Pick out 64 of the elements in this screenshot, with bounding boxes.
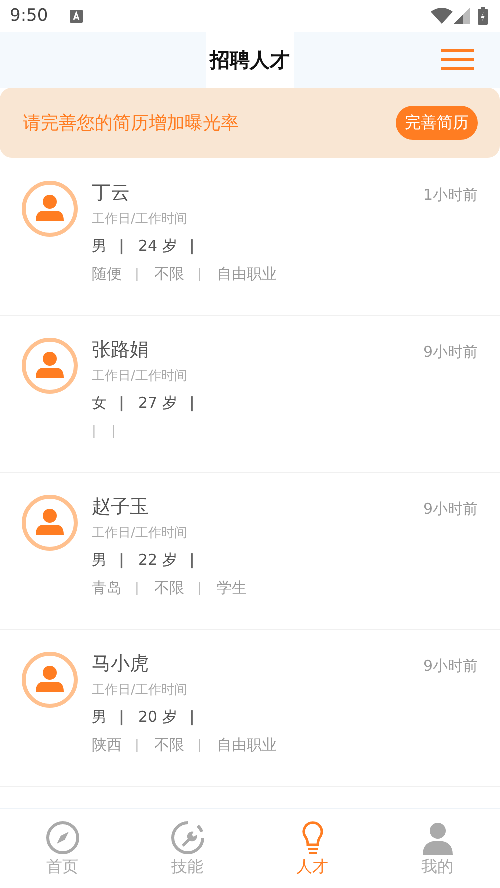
signal-icon	[454, 8, 470, 24]
post-time: 9小时前	[423, 657, 478, 676]
avatar-icon	[22, 495, 78, 551]
separator: |	[92, 424, 96, 438]
separator: |	[135, 580, 140, 596]
candidate-preference: 青岛	[92, 578, 122, 598]
candidate-preference: 不限	[154, 264, 184, 284]
candidate-info: 男	[92, 236, 107, 256]
banner-message: 请完善您的简历增加曝光率	[23, 112, 240, 135]
candidate-preference: 不限	[154, 578, 184, 598]
separator: |	[189, 394, 195, 412]
candidate-preference: 学生	[216, 578, 247, 598]
compass-icon	[46, 821, 80, 855]
complete-resume-button[interactable]: 完善简历	[396, 106, 478, 140]
nav-tab[interactable]: 首页	[0, 809, 125, 888]
separator: |	[119, 551, 124, 569]
candidate-name: 张路娟	[92, 338, 149, 363]
battery-icon	[478, 7, 488, 25]
avatar-icon	[22, 652, 78, 708]
candidate-info: 22 岁	[138, 550, 178, 570]
person-icon	[420, 821, 454, 855]
separator: |	[197, 580, 202, 596]
avatar-icon	[22, 181, 78, 237]
separator: |	[189, 237, 195, 255]
candidate-name: 马小虎	[92, 652, 149, 677]
post-time: 9小时前	[423, 500, 478, 519]
post-time: 1小时前	[423, 186, 478, 205]
candidate-name: 赵子玉	[92, 495, 149, 520]
separator: |	[111, 424, 116, 438]
post-time: 9小时前	[423, 343, 478, 362]
candidate-info: 20 岁	[138, 708, 178, 726]
work-schedule: 工作日/工作时间	[92, 525, 188, 542]
candidate-info: 男	[92, 708, 107, 726]
avatar-icon	[22, 338, 78, 394]
menu-icon[interactable]	[441, 49, 474, 71]
separator: |	[189, 708, 195, 726]
separator: |	[135, 738, 140, 752]
separator: |	[119, 237, 124, 255]
nav-tab[interactable]: 人才	[250, 809, 375, 888]
candidate-info: 24 岁	[138, 236, 178, 256]
wrench-icon	[170, 821, 204, 855]
status-time: 9:50	[10, 6, 48, 26]
candidate-info: 女	[92, 394, 107, 412]
keyboard-notification-icon	[70, 10, 84, 22]
separator: |	[197, 266, 202, 282]
separator: |	[189, 551, 195, 569]
candidate-name: 丁云	[92, 181, 130, 206]
separator: |	[119, 394, 124, 412]
separator: |	[135, 266, 140, 282]
candidate-info: 男	[92, 550, 107, 570]
candidate-preference: 随便	[92, 264, 122, 284]
work-schedule: 工作日/工作时间	[92, 211, 188, 228]
candidate-info: 27 岁	[138, 394, 178, 412]
separator: |	[197, 738, 202, 752]
candidate-preference: 自由职业	[216, 264, 277, 284]
page-title: 招聘人才	[206, 32, 294, 88]
separator: |	[119, 708, 124, 726]
candidate-preference: 陕西	[92, 736, 122, 754]
candidate-preference: 自由职业	[216, 736, 277, 754]
work-schedule: 工作日/工作时间	[92, 368, 188, 385]
work-schedule: 工作日/工作时间	[92, 682, 188, 699]
nav-tab[interactable]: 技能	[125, 809, 250, 888]
nav-tab[interactable]: 我的	[375, 809, 500, 888]
candidate-preference: 不限	[154, 736, 184, 754]
